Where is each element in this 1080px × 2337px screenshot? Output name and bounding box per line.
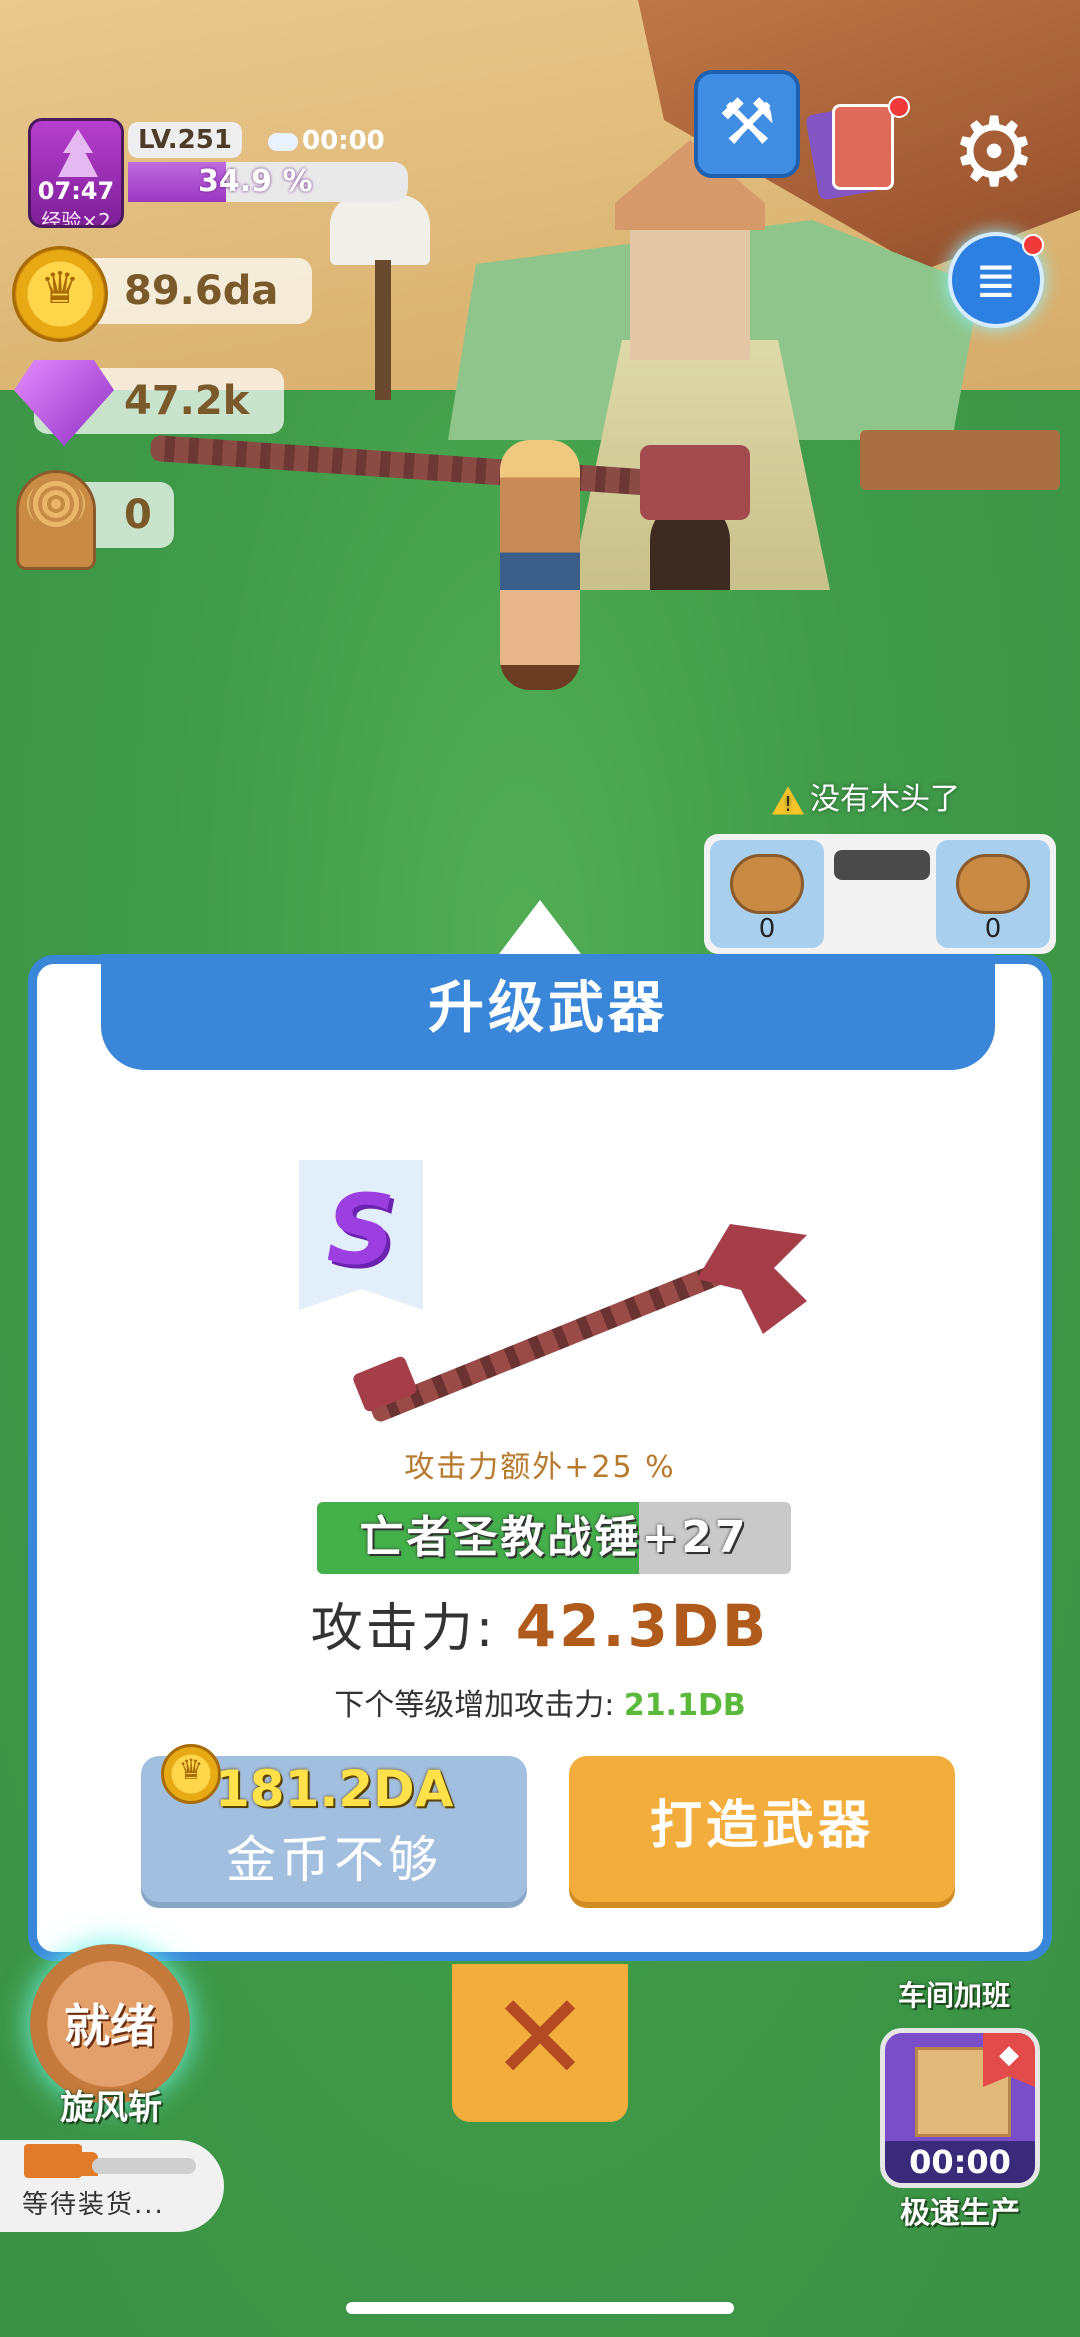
weather-timer-text: 00:00 bbox=[302, 126, 385, 156]
xp-percent: 34.9 % bbox=[198, 164, 313, 199]
coin-amount: 89.6da bbox=[124, 268, 279, 314]
wood-log-icon bbox=[16, 470, 96, 570]
coin-upgrade-button[interactable]: 181.2DA 金币不够 bbox=[141, 1744, 527, 1902]
wood-amount: 0 bbox=[124, 492, 152, 538]
upgrade-weapon-dialog: 升级武器 S 攻击力额外+25 % 亡者圣教战锤+27 攻击力: 42.3DB … bbox=[28, 954, 1052, 1961]
output-slot[interactable]: 0 bbox=[936, 840, 1050, 948]
player-avatar[interactable]: 07:47 经验×2 bbox=[28, 118, 124, 228]
truck-icon bbox=[24, 2144, 98, 2178]
delivery-truck-panel[interactable]: 等待装货... bbox=[0, 2140, 224, 2232]
hero-character bbox=[500, 440, 580, 690]
attack-label: 攻击力: bbox=[310, 1599, 497, 1659]
output-count: 0 bbox=[984, 914, 1002, 944]
weapon-head bbox=[697, 1224, 807, 1334]
input-count: 0 bbox=[758, 914, 776, 944]
forge-weapon-button[interactable]: 打造武器 bbox=[569, 1756, 955, 1902]
attack-line: 攻击力: 42.3DB bbox=[37, 1586, 1043, 1661]
processing-indicator bbox=[834, 850, 930, 880]
exp-bonus-label: 经验×2 bbox=[41, 209, 111, 228]
wood-log-icon bbox=[730, 854, 804, 914]
insufficient-coins-label: 金币不够 bbox=[226, 1831, 442, 1889]
mailbox-post bbox=[375, 260, 391, 400]
skill-status: 就绪 bbox=[64, 1999, 156, 2053]
cards-button[interactable] bbox=[805, 96, 910, 201]
next-level-line: 下个等级增加攻击力: 21.1DB bbox=[37, 1680, 1043, 1724]
speed-timer: 00:00 bbox=[885, 2141, 1035, 2183]
input-slot[interactable]: 0 bbox=[710, 840, 824, 948]
coin-icon bbox=[12, 246, 108, 342]
workbench bbox=[860, 430, 1060, 490]
home-indicator[interactable] bbox=[346, 2302, 734, 2314]
coin-icon bbox=[161, 1744, 221, 1804]
quest-list-icon: ≣ bbox=[975, 251, 1017, 309]
weapon-name: 亡者圣教战锤+27 bbox=[359, 1512, 749, 1563]
warning-text: 没有木头了 bbox=[810, 782, 960, 817]
weapon-name-bar: 亡者圣教战锤+27 bbox=[317, 1502, 791, 1574]
gem-amount: 47.2k bbox=[124, 378, 250, 424]
gear-icon: ⚙ bbox=[950, 96, 1038, 208]
plank-icon bbox=[956, 854, 1030, 914]
weather-timer: 00:00 bbox=[268, 124, 385, 158]
quest-button[interactable]: ≣ bbox=[948, 232, 1044, 328]
warning-icon: ! bbox=[772, 786, 804, 815]
xp-progress-bar: 34.9 % bbox=[128, 162, 408, 202]
speed-production-button[interactable]: ◆ 00:00 bbox=[880, 2028, 1040, 2188]
notification-dot bbox=[888, 96, 910, 118]
mailbox[interactable] bbox=[330, 195, 430, 265]
cards-icon bbox=[832, 104, 894, 190]
hero-hammer-head bbox=[640, 445, 750, 520]
cloud-icon bbox=[268, 132, 298, 151]
speed-production-label: 极速生产 bbox=[900, 2196, 1020, 2231]
weapon-image bbox=[337, 1214, 837, 1424]
next-level-value: 21.1DB bbox=[623, 1688, 746, 1723]
next-level-label: 下个等级增加攻击力: bbox=[334, 1688, 615, 1723]
dialog-title: 升级武器 bbox=[101, 954, 995, 1070]
processing-panel[interactable]: 0 0 bbox=[704, 834, 1056, 954]
upgrade-cost: 181.2DA bbox=[215, 1760, 454, 1818]
settings-button[interactable]: ⚙ bbox=[946, 104, 1042, 200]
notification-dot bbox=[1022, 234, 1044, 256]
loading-progress-bar bbox=[92, 2158, 196, 2174]
level-label: LV.251 bbox=[128, 122, 242, 158]
avatar-timer: 07:47 bbox=[37, 177, 115, 205]
close-icon: ✕ bbox=[489, 1969, 591, 2108]
skill-name: 旋风斩 bbox=[60, 2088, 162, 2128]
attack-value: 42.3DB bbox=[515, 1592, 770, 1660]
overtime-label: 车间加班 bbox=[898, 1979, 1011, 2012]
truck-status: 等待装货... bbox=[22, 2190, 165, 2220]
no-wood-warning: ! 没有木头了 bbox=[772, 780, 960, 820]
hammer-button[interactable]: ⚒ bbox=[694, 70, 800, 178]
attack-bonus-text: 攻击力额外+25 % bbox=[404, 1450, 676, 1485]
hammer-icon: ⚒ bbox=[718, 86, 776, 160]
close-button[interactable]: ✕ bbox=[452, 1964, 628, 2122]
